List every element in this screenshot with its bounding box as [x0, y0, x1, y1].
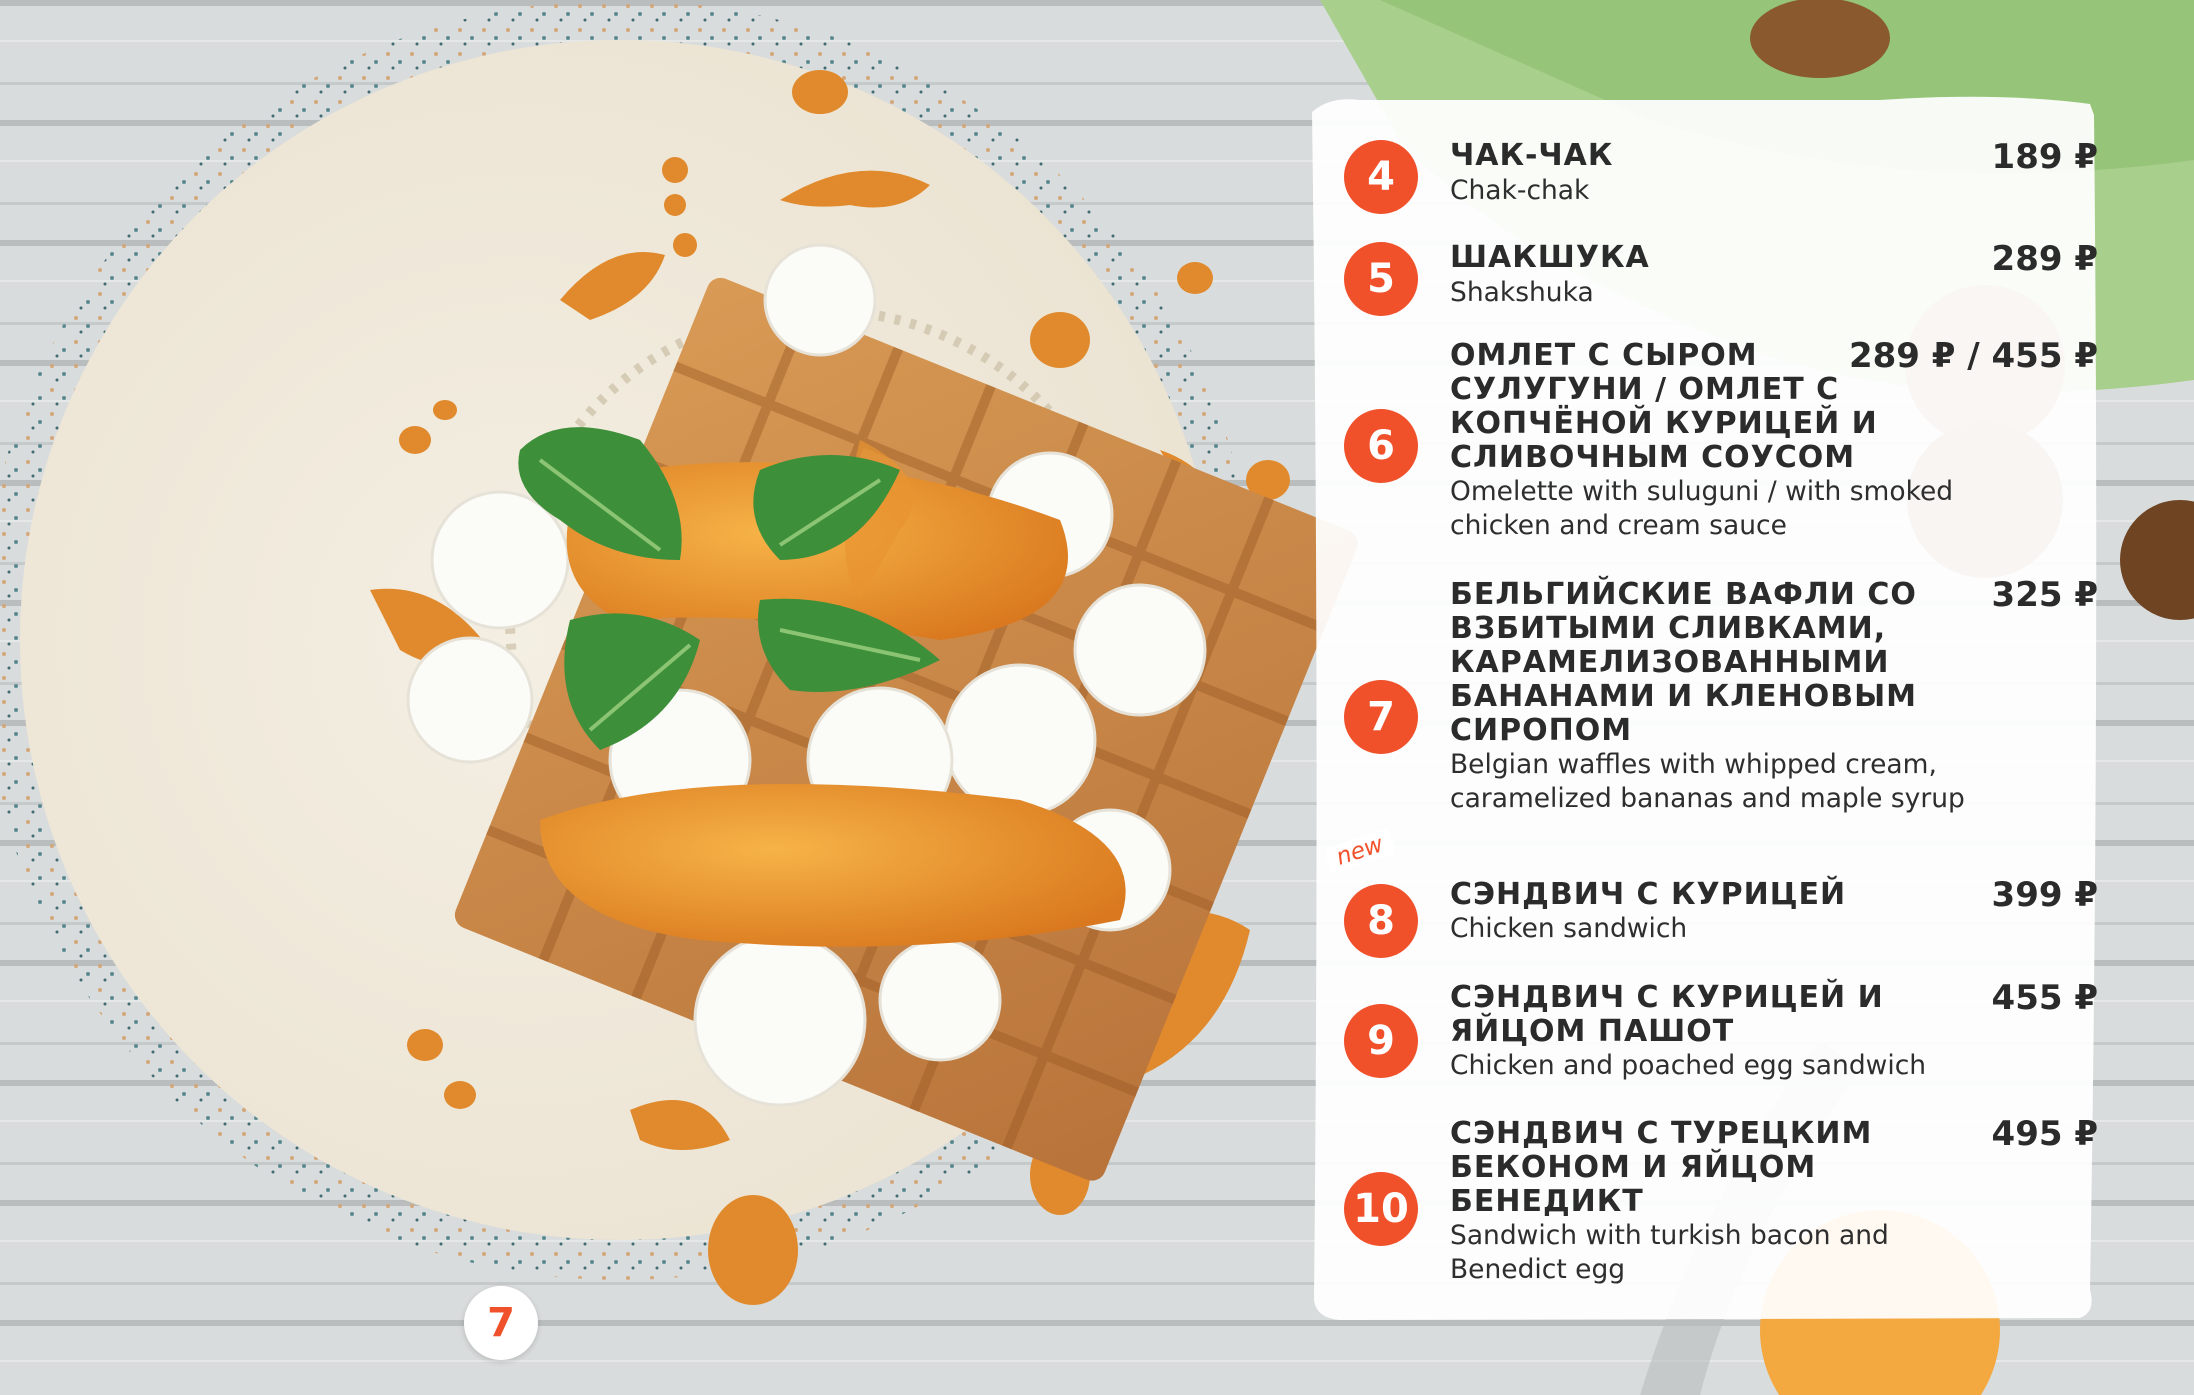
item-subtitle: Sandwich with turkish bacon and Benedict…: [1450, 1220, 1889, 1285]
item-price: 399 ₽: [1991, 875, 2098, 915]
item-number-badge: 10: [1344, 1172, 1418, 1246]
item-title: ШАКШУКА: [1450, 240, 1650, 275]
item-title: СЭНДВИЧ С КУРИЦЕЙ: [1450, 877, 1847, 912]
item-number-badge: 9: [1344, 1004, 1418, 1078]
item-subtitle: Belgian waffles with whipped cream, cara…: [1450, 749, 1965, 814]
item-price: 189 ₽: [1991, 137, 2098, 177]
item-number-badge: 8: [1344, 884, 1418, 958]
item-title: ЧАК-ЧАК: [1450, 138, 1614, 173]
item-subtitle: Chak-chak: [1450, 175, 1590, 206]
item-title: БЕЛЬГИЙСКИЕ ВАФЛИ СО ВЗБИТЫМИ СЛИВКАМИ, …: [1450, 577, 1918, 748]
item-subtitle: Chicken and poached egg sandwich: [1450, 1050, 1927, 1081]
item-title: СЭНДВИЧ С ТУРЕЦКИМ БЕКОНОМ И ЯЙЦОМ БЕНЕД…: [1450, 1116, 1873, 1219]
item-subtitle: Shakshuka: [1450, 277, 1594, 308]
item-price: 289 ₽: [1991, 239, 2098, 279]
new-badge: new: [1323, 828, 1396, 874]
item-number-badge: 5: [1344, 242, 1418, 316]
item-subtitle: Chicken sandwich: [1450, 913, 1688, 944]
item-number-badge: 4: [1344, 140, 1418, 214]
item-price: 289 ₽ / 455 ₽: [1848, 336, 2098, 376]
item-price: 455 ₽: [1991, 978, 2098, 1018]
menu-panel: 4 ЧАК-ЧАК 189 ₽ Chak-chak 5 ШАКШУКА 289 …: [1312, 96, 2194, 1320]
item-title: СЭНДВИЧ С КУРИЦЕЙ И ЯЙЦОМ ПАШОТ: [1450, 980, 1884, 1049]
item-subtitle: Omelette with suluguni / with smoked chi…: [1450, 476, 1954, 541]
item-number-badge: 7: [1344, 680, 1418, 754]
item-price: 495 ₽: [1991, 1114, 2098, 1154]
page-number-badge: 7: [464, 1286, 538, 1360]
item-number-badge: 6: [1344, 409, 1418, 483]
menu-page: 4 ЧАК-ЧАК 189 ₽ Chak-chak 5 ШАКШУКА 289 …: [0, 0, 2194, 1395]
item-price: 325 ₽: [1991, 575, 2098, 615]
